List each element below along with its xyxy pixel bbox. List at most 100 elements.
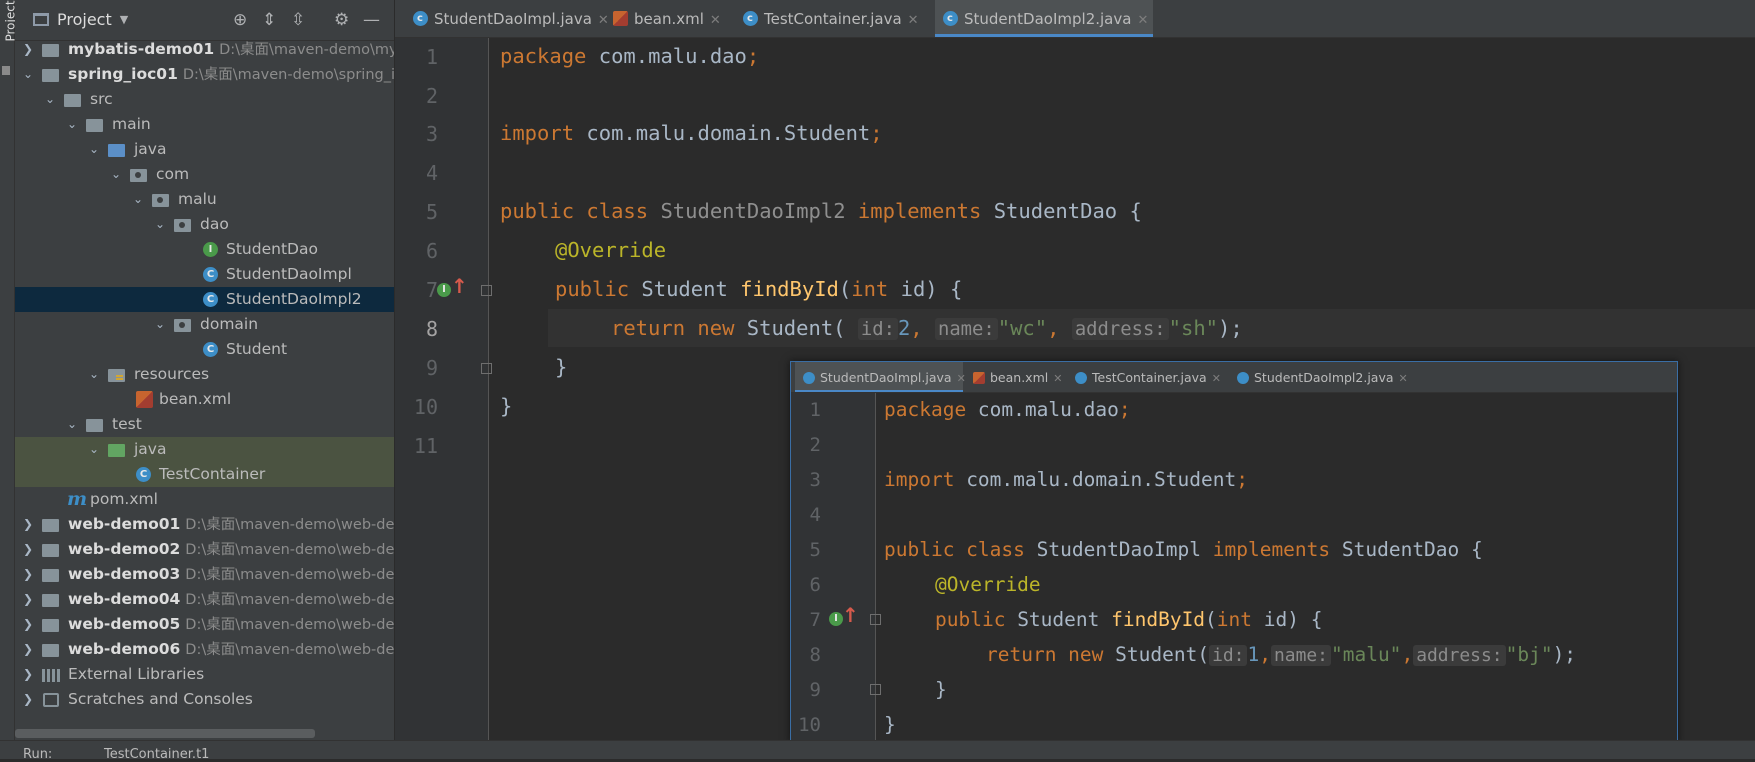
tree-item-external-libraries[interactable]: ❯ External Libraries <box>15 662 394 687</box>
tree-item-studentdaoimpl2[interactable]: C StudentDaoImpl2 <box>15 287 394 312</box>
close-icon[interactable]: ✕ <box>710 13 721 28</box>
chevron-down-icon[interactable]: ⌄ <box>87 137 101 162</box>
fold-marker-icon[interactable] <box>870 614 881 625</box>
close-icon[interactable]: ✕ <box>1399 372 1408 385</box>
locate-icon[interactable]: ⊕ <box>233 10 247 30</box>
code-line-8[interactable]: return new Student( id: 2, name: "wc", add… <box>611 316 1243 340</box>
chevron-down-icon[interactable]: ⌄ <box>65 412 79 437</box>
expand-all-icon[interactable]: ⇕ <box>262 10 276 30</box>
chevron-right-icon[interactable]: ❯ <box>21 587 35 612</box>
tree-item-web-demo03[interactable]: ❯ web-demo03 D:\桌面\maven-demo\web-de <box>15 562 394 587</box>
tree-item-studentdao[interactable]: I StudentDao <box>15 237 394 262</box>
tree-item-com[interactable]: ⌄ com <box>15 162 394 187</box>
chevron-right-icon[interactable]: ❯ <box>21 37 35 62</box>
chevron-down-icon[interactable]: ⌄ <box>87 437 101 462</box>
gear-icon[interactable]: ⚙ <box>334 10 349 30</box>
tree-item-web-demo04[interactable]: ❯ web-demo04 D:\桌面\maven-demo\web-de <box>15 587 394 612</box>
tab-studentdaoimpl[interactable]: StudentDaoImpl.java✕ <box>405 0 609 38</box>
code-token: ); <box>1218 316 1243 340</box>
chevron-down-icon[interactable]: ⌄ <box>153 312 167 337</box>
chevron-down-icon[interactable]: ⌄ <box>153 212 167 237</box>
chevron-right-icon[interactable]: ❯ <box>21 662 35 687</box>
chevron-down-icon[interactable]: ⌄ <box>65 112 79 137</box>
chevron-down-icon[interactable]: ⌄ <box>131 187 145 212</box>
arrow-up-icon[interactable]: ↑ <box>842 603 859 627</box>
tree-item-label: web-demo02 <box>68 540 181 558</box>
fold-marker-icon[interactable] <box>481 285 492 296</box>
tree-item-domain[interactable]: ⌄ domain <box>15 312 394 337</box>
close-icon[interactable]: ✕ <box>1137 13 1148 28</box>
chevron-down-icon[interactable]: ⌄ <box>43 87 57 112</box>
tree-item-label: Scratches and Consoles <box>68 690 253 708</box>
horizontal-scrollbar[interactable] <box>15 729 315 738</box>
file-preview-popup[interactable]: StudentDaoImpl.java ✕ bean.xml ✕ TestConta… <box>790 361 1678 742</box>
preview-tab-bean-xml[interactable]: bean.xml ✕ <box>969 362 1065 392</box>
preview-code-line-5[interactable]: public class StudentDaoImpl implements S… <box>884 538 1483 561</box>
tree-item-testcontainer[interactable]: C TestContainer <box>15 462 394 487</box>
tree-item-malu[interactable]: ⌄ malu <box>15 187 394 212</box>
code-line-1[interactable]: package com.malu.dao; <box>500 44 759 68</box>
chevron-right-icon[interactable]: ❯ <box>21 687 35 712</box>
tree-item-scratches[interactable]: ❯ Scratches and Consoles <box>15 687 394 712</box>
code-line-6[interactable]: @Override <box>555 238 666 262</box>
arrow-up-icon[interactable]: ↑ <box>451 274 468 298</box>
tree-item-resources[interactable]: ⌄ resources <box>15 362 394 387</box>
preview-code-line-3[interactable]: import com.malu.domain.Student; <box>884 468 1248 491</box>
stripe-icon[interactable] <box>2 66 10 75</box>
tab-bean-xml[interactable]: bean.xml ✕ <box>605 0 725 37</box>
close-icon[interactable]: ✕ <box>908 13 919 28</box>
run-config-tab[interactable]: TestContainer.t1 <box>104 747 209 762</box>
chevron-down-icon[interactable]: ⌄ <box>109 162 123 187</box>
close-icon[interactable]: ✕ <box>1053 372 1062 385</box>
chevron-down-icon[interactable]: ▼ <box>120 13 128 26</box>
preview-code-line-6[interactable]: @Override <box>935 573 1041 596</box>
tab-studentdaoimpl2[interactable]: StudentDaoImpl2.java ✕ <box>935 0 1153 38</box>
chevron-right-icon[interactable]: ❯ <box>21 612 35 637</box>
tab-testcontainer[interactable]: TestContainer.java ✕ <box>735 0 923 38</box>
preview-code-line-1[interactable]: package com.malu.dao; <box>884 398 1131 421</box>
code-line-3[interactable]: import com.malu.domain.Student; <box>500 121 883 145</box>
tree-item-test-java[interactable]: ⌄ java <box>15 437 394 462</box>
close-icon[interactable]: ✕ <box>1212 372 1221 385</box>
tree-item-java[interactable]: ⌄ java <box>15 137 394 162</box>
tree-item-web-demo01[interactable]: ❯ web-demo01 D:\桌面\maven-demo\web-de <box>15 512 394 537</box>
tree-item-studentdaoimpl[interactable]: C StudentDaoImpl <box>15 262 394 287</box>
chevron-right-icon[interactable]: ❯ <box>21 562 35 587</box>
preview-code-line-10[interactable]: } <box>884 713 896 736</box>
tree-item-spring-ioc01[interactable]: ⌄ spring_ioc01 D:\桌面\maven-demo\spring_i… <box>15 62 394 87</box>
chevron-right-icon[interactable]: ❯ <box>21 537 35 562</box>
project-view-selector[interactable]: Project ▼ <box>33 10 128 29</box>
preview-tab-studentdaoimpl2[interactable]: StudentDaoImpl2.java ✕ <box>1233 362 1408 392</box>
chevron-right-icon[interactable]: ❯ <box>21 512 35 537</box>
close-icon[interactable]: ✕ <box>957 372 966 385</box>
hide-panel-icon[interactable]: — <box>363 10 380 30</box>
preview-tab-testcontainer[interactable]: TestContainer.java ✕ <box>1071 362 1231 392</box>
code-line-7[interactable]: public Student findById(int id) { <box>555 277 962 301</box>
tree-item-dao[interactable]: ⌄ dao <box>15 212 394 237</box>
tree-item-student[interactable]: C Student <box>15 337 394 362</box>
code-line-9[interactable]: } <box>555 355 567 379</box>
tree-item-bean-xml[interactable]: bean.xml <box>15 387 394 412</box>
tree-item-src[interactable]: ⌄ src <box>15 87 394 112</box>
tree-item-pom-xml[interactable]: m pom.xml <box>15 487 394 512</box>
chevron-down-icon[interactable]: ⌄ <box>87 362 101 387</box>
preview-code-line-8[interactable]: return new Student(id: 1, name: "malu", addr… <box>986 643 1576 666</box>
chevron-down-icon[interactable]: ⌄ <box>21 62 35 87</box>
implements-method-icon[interactable]: I <box>829 612 843 626</box>
tree-item-main[interactable]: ⌄ main <box>15 112 394 137</box>
code-line-5[interactable]: public class StudentDaoImpl2 implements … <box>500 199 1142 223</box>
tree-item-web-demo02[interactable]: ❯ web-demo02 D:\桌面\maven-demo\web-de <box>15 537 394 562</box>
tree-item-test[interactable]: ⌄ test <box>15 412 394 437</box>
tree-item-web-demo05[interactable]: ❯ web-demo05 D:\桌面\maven-demo\web-de <box>15 612 394 637</box>
tree-item-mybatis-demo01[interactable]: ❯ mybatis-demo01 D:\桌面\maven-demo\myb <box>15 37 394 62</box>
tree-item-web-demo06[interactable]: ❯ web-demo06 D:\桌面\maven-demo\web-de <box>15 637 394 662</box>
fold-marker-icon[interactable] <box>481 363 492 374</box>
collapse-all-icon[interactable]: ⇳ <box>291 10 305 30</box>
code-line-10[interactable]: } <box>500 394 512 418</box>
preview-code-line-7[interactable]: public Student findById(int id) { <box>935 608 1322 631</box>
preview-tab-studentdaoimpl[interactable]: StudentDaoImpl.java ✕ <box>795 362 966 392</box>
implements-method-icon[interactable]: I <box>437 283 451 297</box>
chevron-right-icon[interactable]: ❯ <box>21 637 35 662</box>
preview-code-line-9[interactable]: } <box>935 678 947 701</box>
fold-marker-icon[interactable] <box>870 684 881 695</box>
